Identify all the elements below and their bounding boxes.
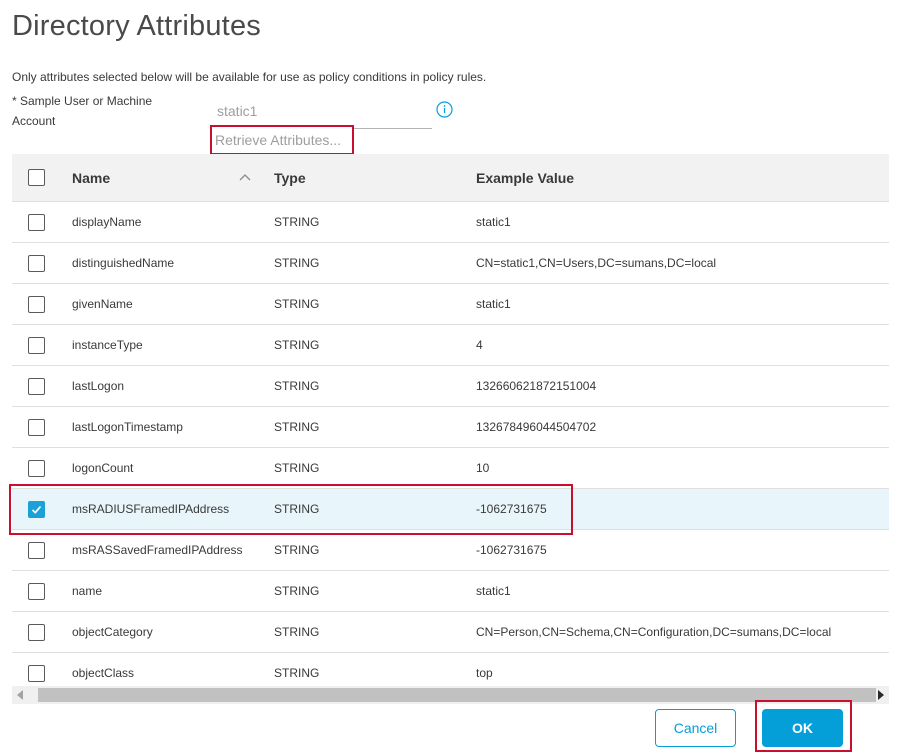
table-row[interactable]: distinguishedName STRING CN=static1,CN=Use…: [12, 243, 889, 284]
scrollbar-thumb[interactable]: [38, 688, 876, 702]
attribute-name-cell: msRADIUSFramedIPAddress: [72, 502, 230, 516]
row-checkbox[interactable]: [28, 296, 45, 313]
intro-text: Only attributes selected below will be a…: [12, 70, 487, 84]
example-value-cell: 132678496044504702: [476, 420, 597, 434]
example-value-cell: static1: [476, 215, 511, 229]
attribute-type-cell: STRING: [274, 338, 320, 352]
scroll-right-arrow-icon[interactable]: [871, 686, 889, 704]
attribute-type-cell: STRING: [274, 625, 320, 639]
attribute-type-cell: STRING: [274, 543, 320, 557]
attribute-type-cell: STRING: [274, 256, 320, 270]
row-checkbox[interactable]: [28, 501, 45, 518]
table-row[interactable]: lastLogon STRING 132660621872151004: [12, 366, 889, 407]
attribute-type-cell: STRING: [274, 666, 320, 680]
table-row[interactable]: msRASSavedFramedIPAddress STRING -10627316…: [12, 530, 889, 571]
attribute-type-cell: STRING: [274, 420, 320, 434]
attribute-name-cell: lastLogonTimestamp: [72, 420, 183, 434]
example-value-cell: static1: [476, 584, 511, 598]
sample-account-input[interactable]: [215, 94, 432, 129]
example-value-cell: -1062731675: [476, 543, 547, 557]
attributes-table: Name Type Example Value displayName STRIN…: [12, 154, 889, 686]
chevron-up-icon[interactable]: [238, 171, 252, 183]
attribute-name-cell: displayName: [72, 215, 142, 229]
cancel-button[interactable]: Cancel: [655, 709, 736, 747]
row-checkbox[interactable]: [28, 214, 45, 231]
row-checkbox[interactable]: [28, 378, 45, 395]
row-checkbox[interactable]: [28, 583, 45, 600]
sample-account-label: * Sample User or Machine Account: [12, 94, 153, 128]
row-checkbox[interactable]: [28, 419, 45, 436]
table-row[interactable]: objectClass STRING top: [12, 653, 889, 686]
table-row[interactable]: msRADIUSFramedIPAddress STRING -1062731675: [12, 489, 889, 530]
example-value-cell: CN=Person,CN=Schema,CN=Configuration,DC=…: [476, 625, 832, 639]
table-row[interactable]: lastLogonTimestamp STRING 1326784960445047…: [12, 407, 889, 448]
attribute-name-cell: msRASSavedFramedIPAddress: [72, 543, 243, 557]
column-header-type[interactable]: Type: [274, 154, 306, 202]
row-checkbox[interactable]: [28, 624, 45, 641]
example-value-cell: 132660621872151004: [476, 379, 597, 393]
attribute-type-cell: STRING: [274, 461, 320, 475]
checkmark-icon: [31, 505, 42, 514]
attribute-name-cell: objectCategory: [72, 625, 153, 639]
attribute-name-cell: givenName: [72, 297, 133, 311]
row-checkbox[interactable]: [28, 542, 45, 559]
page-title: Directory Attributes: [12, 10, 261, 42]
example-value-cell: 10: [476, 461, 490, 475]
attribute-name-cell: logonCount: [72, 461, 134, 475]
scroll-left-arrow-icon[interactable]: [12, 686, 30, 704]
table-row[interactable]: displayName STRING static1: [12, 202, 889, 243]
example-value-cell: 4: [476, 338, 483, 352]
ok-button[interactable]: OK: [762, 709, 843, 747]
table-row[interactable]: givenName STRING static1: [12, 284, 889, 325]
attribute-name-cell: name: [72, 584, 103, 598]
column-header-example[interactable]: Example Value: [476, 154, 574, 202]
attribute-name-cell: lastLogon: [72, 379, 125, 393]
select-all-checkbox[interactable]: [28, 169, 45, 186]
table-row[interactable]: instanceType STRING 4: [12, 325, 889, 366]
attribute-name-cell: instanceType: [72, 338, 143, 352]
retrieve-attributes-button[interactable]: Retrieve Attributes...: [210, 125, 354, 155]
example-value-cell: top: [476, 666, 493, 680]
row-checkbox[interactable]: [28, 337, 45, 354]
row-checkbox[interactable]: [28, 255, 45, 272]
horizontal-scrollbar[interactable]: [12, 686, 889, 704]
example-value-cell: CN=static1,CN=Users,DC=sumans,DC=local: [476, 256, 717, 270]
attribute-type-cell: STRING: [274, 379, 320, 393]
attribute-type-cell: STRING: [274, 584, 320, 598]
example-value-cell: -1062731675: [476, 502, 547, 516]
attribute-type-cell: STRING: [274, 502, 320, 516]
attribute-name-cell: objectClass: [72, 666, 135, 680]
example-value-cell: static1: [476, 297, 511, 311]
row-checkbox[interactable]: [28, 665, 45, 682]
attribute-type-cell: STRING: [274, 215, 320, 229]
table-row[interactable]: name STRING static1: [12, 571, 889, 612]
row-checkbox[interactable]: [28, 460, 45, 477]
attribute-name-cell: distinguishedName: [72, 256, 175, 270]
table-row[interactable]: objectCategory STRING CN=Person,CN=Schema,…: [12, 612, 889, 653]
attribute-type-cell: STRING: [274, 297, 320, 311]
column-header-name[interactable]: Name: [72, 154, 110, 202]
table-header: Name Type Example Value: [12, 154, 889, 202]
info-circle-icon[interactable]: [436, 101, 453, 118]
table-row[interactable]: logonCount STRING 10: [12, 448, 889, 489]
